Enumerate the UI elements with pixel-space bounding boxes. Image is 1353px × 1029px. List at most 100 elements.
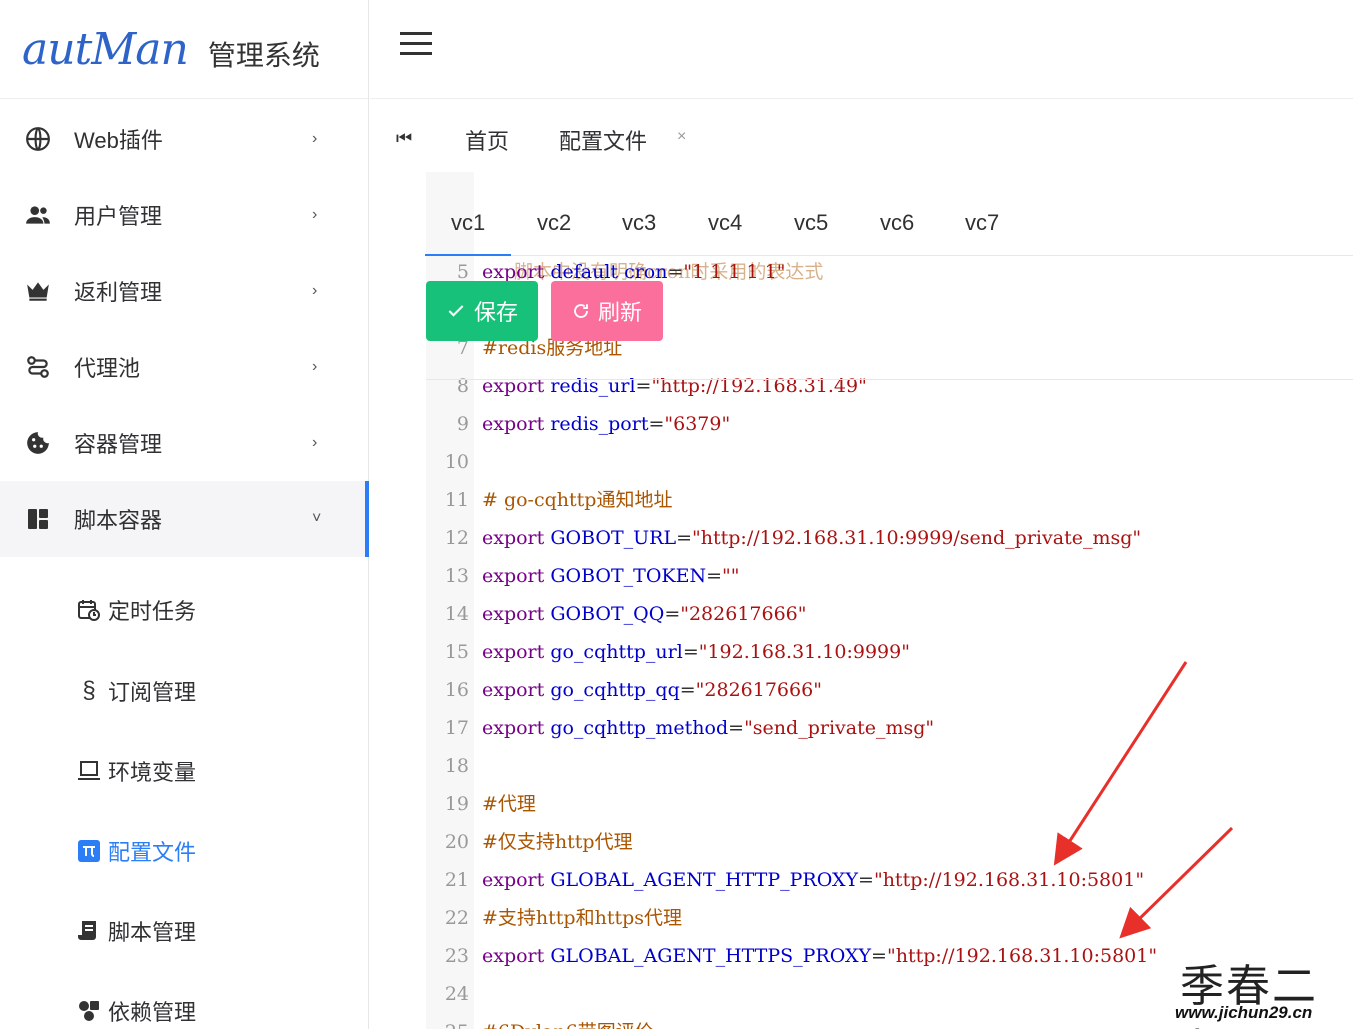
line-number: 19 (444, 793, 469, 815)
code-token: "http://192.168.31.10:9999/send_private_… (692, 527, 1142, 549)
line-number: 10 (444, 451, 469, 473)
code-text: export redis_url="http://192.168.31.49" (482, 367, 867, 405)
page-tabs-bar: ⏮ 首页 配置文件 × (370, 100, 1353, 172)
logo-script: autMan (22, 23, 189, 75)
code-text: export go_cqhttp_qq="282617666" (482, 671, 822, 709)
menu-item-proxy-pool[interactable]: 代理池 › (0, 329, 369, 405)
code-token: export (482, 603, 551, 625)
chevron-right-icon: › (312, 358, 318, 375)
users-icon (24, 201, 52, 229)
code-text: #支持http和https代理 (482, 899, 682, 937)
line-number: 13 (444, 565, 469, 587)
tab-vc7[interactable]: vc7 (965, 210, 999, 236)
code-token: export (482, 413, 551, 435)
menu-item-user-management[interactable]: 用户管理 › (0, 177, 369, 253)
code-token: export (482, 527, 551, 549)
code-line: 12 export GOBOT_URL="http://192.168.31.10… (426, 519, 1353, 557)
code-token: = (664, 603, 681, 625)
code-line: 18 (426, 747, 1353, 785)
code-token: GOBOT_QQ (550, 603, 665, 625)
hamburger-menu-icon[interactable] (400, 32, 432, 56)
line-number: 22 (444, 907, 469, 929)
sub-item-label: 配置文件 (108, 840, 197, 865)
code-line: 14 export GOBOT_QQ="282617666" (426, 595, 1353, 633)
code-text: export redis_port="6379" (482, 405, 730, 443)
code-line: 19 #代理 (426, 785, 1353, 823)
code-line: 9 export redis_port="6379" (426, 405, 1353, 443)
line-number: 25 (426, 1013, 469, 1029)
cookie-icon (24, 429, 52, 457)
code-line: 21 export GLOBAL_AGENT_HTTP_PROXY="http:/… (426, 861, 1353, 899)
scroll-icon (76, 918, 102, 944)
code-token: = (728, 717, 745, 739)
sub-item-label: 订阅管理 (108, 680, 197, 705)
menu-label: 脚本容器 (74, 508, 163, 533)
tab-home[interactable]: 首页 (465, 124, 509, 156)
code-token: #仅支持http代理 (482, 831, 633, 853)
line-number: 16 (444, 679, 469, 701)
line-number: 17 (444, 717, 469, 739)
code-token: go_cqhttp_qq (550, 679, 680, 701)
tab-vc4[interactable]: vc4 (708, 210, 742, 236)
code-token: = (682, 641, 699, 663)
menu-item-rebate-management[interactable]: 返利管理 › (0, 253, 369, 329)
sub-item-dependency-management[interactable]: 依赖管理 (0, 971, 369, 1029)
code-line: 15 export go_cqhttp_url="192.168.31.10:99… (426, 633, 1353, 671)
code-token: #代理 (482, 793, 536, 815)
code-token: = (706, 565, 723, 587)
check-icon (448, 305, 464, 317)
section-icon: § (82, 677, 96, 704)
code-token: = (667, 261, 684, 283)
sub-item-env-vars[interactable]: 环境变量 (0, 731, 369, 811)
code-token: "282617666" (695, 679, 822, 701)
sub-item-scheduled-tasks[interactable]: 定时任务 (0, 570, 369, 650)
logo: autMan 管理系统 (0, 0, 368, 99)
save-button[interactable]: 保存 (426, 281, 538, 341)
code-line: 13 export GOBOT_TOKEN="" (426, 557, 1353, 595)
code-token: = (858, 869, 874, 891)
calendar-clock-icon (76, 597, 102, 623)
code-text: export go_cqhttp_method="send_private_ms… (482, 709, 934, 747)
tab-vc6[interactable]: vc6 (880, 210, 914, 236)
menu-label: Web插件 (74, 128, 163, 153)
code-token: "1 1 1 1 1" (683, 261, 786, 283)
code-token: "send_private_msg" (744, 717, 935, 739)
code-token: export (482, 641, 551, 663)
refresh-button[interactable]: 刷新 (551, 281, 663, 341)
code-token: # go-cqhttp通知地址 (482, 489, 673, 511)
route-icon (24, 353, 52, 381)
menu-item-container-management[interactable]: 容器管理 › (0, 405, 369, 481)
code-token: export (482, 945, 551, 967)
menu-label: 容器管理 (74, 432, 163, 457)
menu-label: 返利管理 (74, 280, 163, 305)
menu-item-web-plugins[interactable]: Web插件 › (0, 101, 369, 177)
sub-item-label: 环境变量 (108, 760, 197, 785)
code-token: GLOBAL_AGENT_HTTP_PROXY (550, 869, 859, 891)
skip-back-icon[interactable]: ⏮ (396, 128, 412, 149)
code-token: = (871, 945, 887, 967)
code-text: #代理 (482, 785, 536, 823)
tab-vc2[interactable]: vc2 (537, 210, 571, 236)
code-token: go_cqhttp_method (550, 717, 729, 739)
code-text: #仅支持http代理 (482, 823, 633, 861)
sub-item-config-file[interactable]: 配置文件 (0, 811, 369, 891)
code-text: export go_cqhttp_url="192.168.31.10:9999… (482, 633, 910, 671)
line-number: 15 (444, 641, 469, 663)
code-token: go_cqhttp_url (550, 641, 683, 663)
code-line: 17 export go_cqhttp_method="send_private_… (426, 709, 1353, 747)
sub-item-script-management[interactable]: 脚本管理 (0, 891, 369, 971)
sub-item-subscriptions[interactable]: § 订阅管理 (0, 651, 369, 731)
tab-vc3[interactable]: vc3 (622, 210, 656, 236)
code-token: export (482, 679, 551, 701)
tab-config-file[interactable]: 配置文件 (559, 124, 647, 156)
tab-vc1[interactable]: vc1 (424, 210, 512, 256)
line-number: 24 (444, 983, 469, 1005)
laptop-icon (76, 758, 102, 784)
close-icon[interactable]: × (677, 128, 686, 146)
code-token: "282617666" (680, 603, 807, 625)
chevron-right-icon: › (312, 434, 318, 451)
menu-item-script-container[interactable]: 脚本容器 ˅ (0, 481, 369, 557)
tab-vc5[interactable]: vc5 (794, 210, 828, 236)
code-line: 20 #仅支持http代理 (426, 823, 1353, 861)
logo-text: 管理系统 (207, 40, 320, 71)
